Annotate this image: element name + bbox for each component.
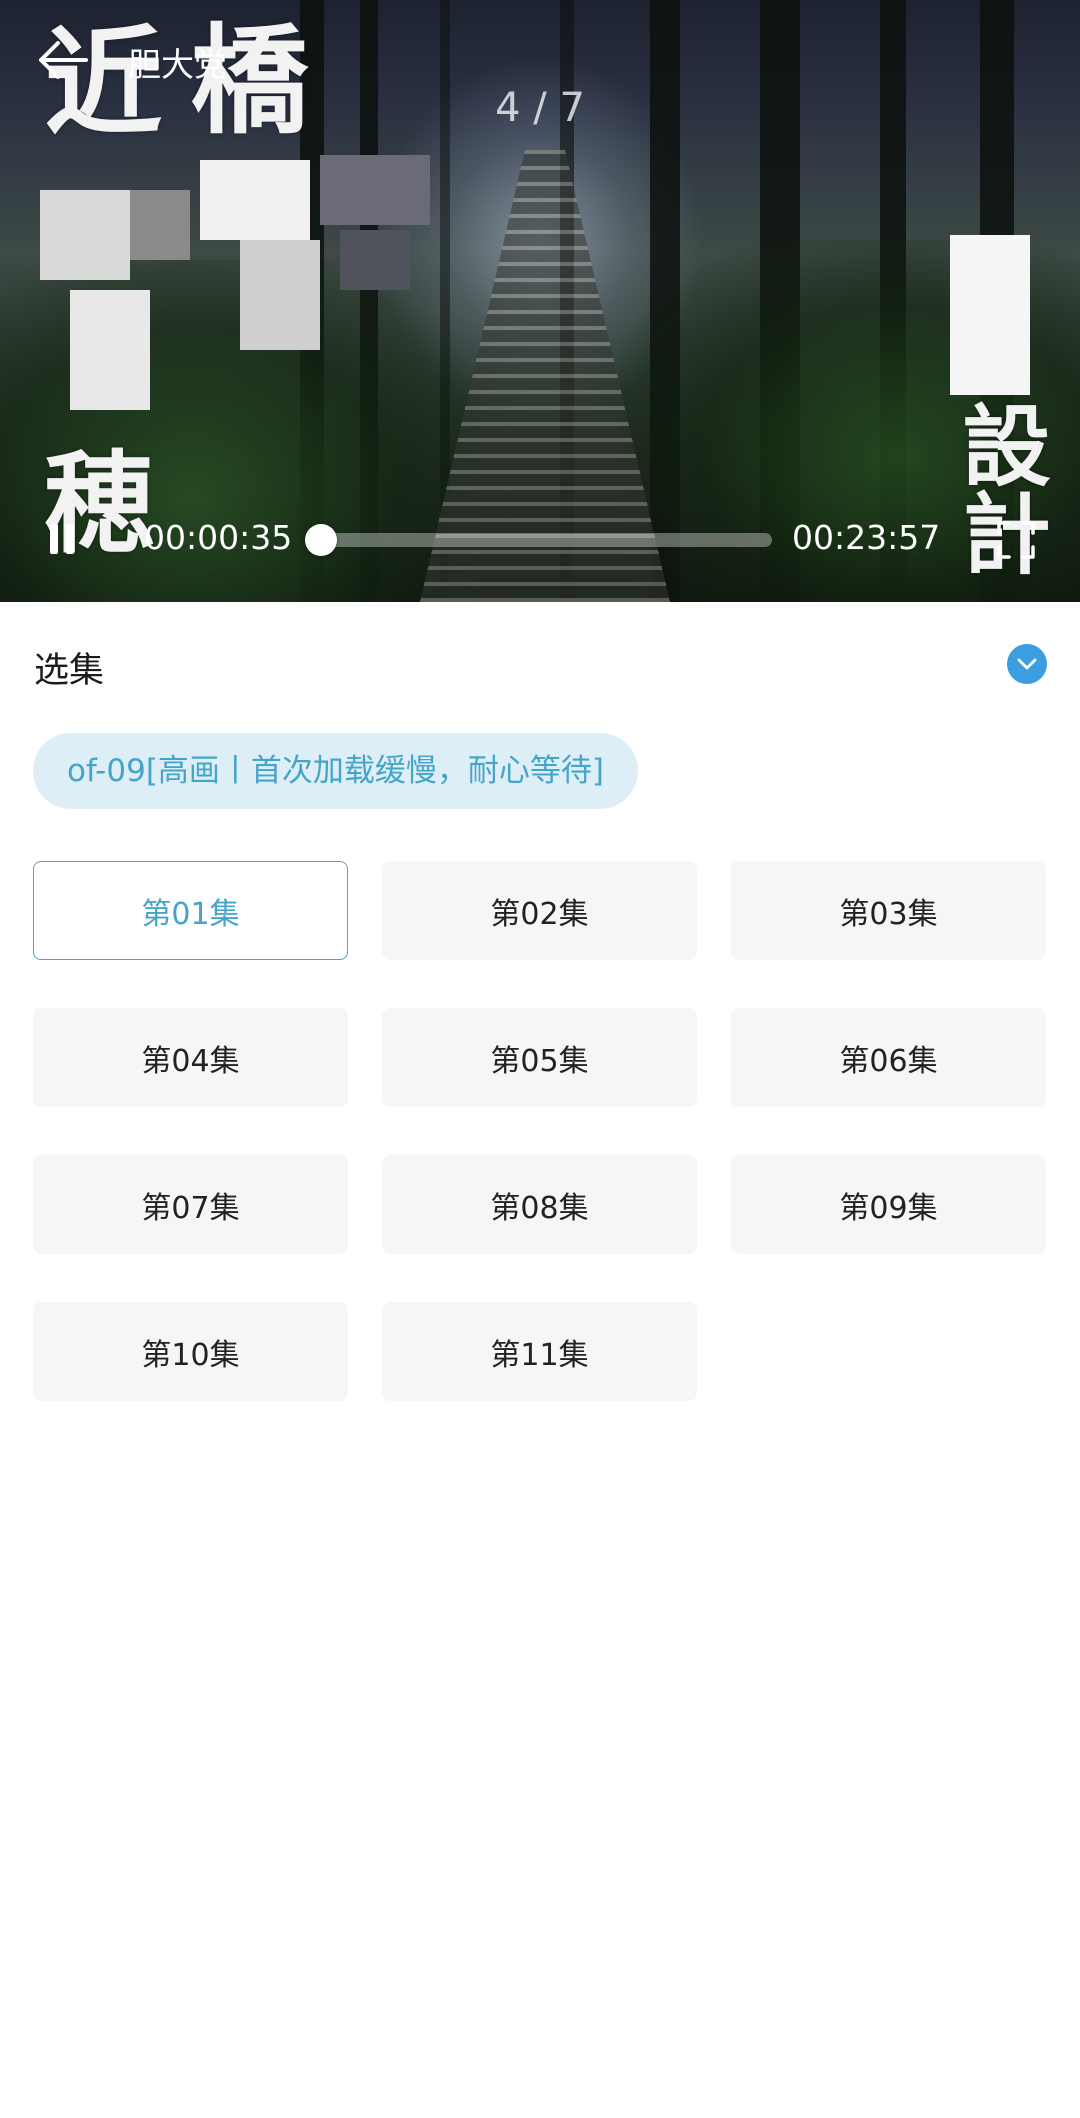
episode-button[interactable]: 第04集 <box>33 1008 348 1107</box>
arrow-left-icon <box>39 41 88 79</box>
source-chip[interactable]: of-09[高画丨首次加载缓慢，耐心等待] <box>33 733 639 809</box>
chevron-down-icon <box>1017 658 1037 670</box>
mosaic-block <box>40 190 130 280</box>
episode-button[interactable]: 第07集 <box>33 1155 348 1254</box>
episodes-section-title: 选集 <box>34 651 105 691</box>
episode-button[interactable]: 第06集 <box>731 1008 1046 1107</box>
slide-counter: 4 / 7 <box>495 85 585 131</box>
video-title: 胆大党 <box>128 45 227 84</box>
fullscreen-icon <box>997 521 1035 559</box>
progress-bar[interactable] <box>310 533 772 547</box>
episode-grid: 第01集 第02集 第03集第04集 第05集 第06集第07集 第08集 第09集第10集… <box>33 861 1049 1401</box>
collapse-button[interactable] <box>1007 644 1047 684</box>
episode-button[interactable]: 第11集 <box>382 1302 697 1401</box>
progress-handle[interactable] <box>305 524 338 556</box>
mosaic-block <box>200 160 310 240</box>
current-time: 00:00:35 <box>144 518 293 557</box>
pause-icon-bar <box>50 524 58 554</box>
mosaic-block <box>950 235 1030 395</box>
total-time: 00:23:57 <box>792 518 941 557</box>
episode-button[interactable]: 第05集 <box>382 1008 697 1107</box>
mosaic-block <box>320 155 430 225</box>
pause-icon-bar <box>66 524 74 554</box>
episode-button[interactable]: 第08集 <box>382 1155 697 1254</box>
mosaic-block <box>340 230 410 290</box>
episode-button[interactable]: 第03集 <box>731 861 1046 960</box>
episode-button[interactable]: 第09集 <box>731 1155 1046 1254</box>
back-button[interactable] <box>36 38 92 82</box>
mosaic-block <box>240 240 320 350</box>
episode-button[interactable]: 第01集 <box>33 861 348 960</box>
video-player[interactable]: 近 穂 橋 設計 胆大党 4 / 7 00:00:35 00:23:57 <box>0 0 1080 602</box>
pause-button[interactable] <box>50 524 76 554</box>
fullscreen-button[interactable] <box>996 520 1036 560</box>
episode-button[interactable]: 第10集 <box>33 1302 348 1401</box>
episode-button[interactable]: 第02集 <box>382 861 697 960</box>
mosaic-block <box>70 290 150 410</box>
mosaic-block <box>130 190 190 260</box>
